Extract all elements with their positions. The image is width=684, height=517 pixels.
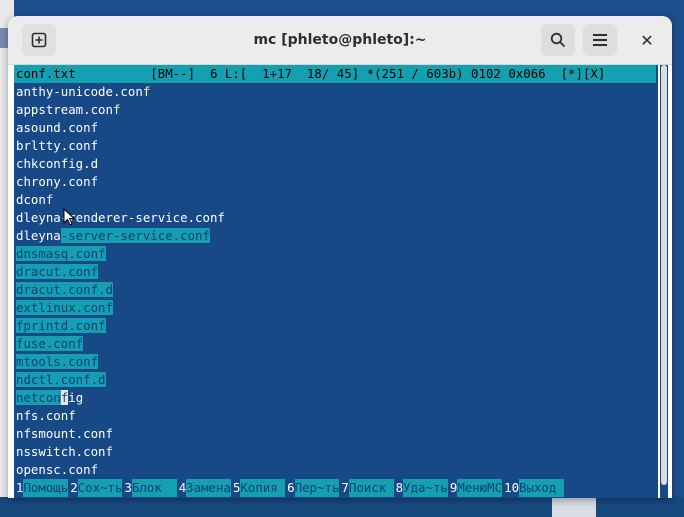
editor-line: anthy-unicode.conf (16, 83, 150, 101)
fkey-number: 2 (68, 479, 78, 497)
fkey-label: Поиск (348, 479, 394, 497)
editor-line: nsswitch.conf (16, 443, 113, 461)
selected-text: -server-service.conf (60, 228, 210, 243)
editor-line: fuse.conf (16, 335, 84, 353)
desktop-background-bottom (0, 497, 684, 517)
editor-line: fprintd.conf (16, 317, 106, 335)
fkey-label: Замена (186, 479, 231, 497)
fkey-number: 4 (176, 479, 187, 497)
hamburger-menu-icon (593, 34, 607, 46)
line-text: dleyna-renderer-service.conf (16, 210, 225, 225)
selected-text: dnsmasq.conf (16, 246, 106, 261)
fkey-label: Пер~ть (294, 479, 340, 497)
editor-line: dracut.conf (16, 263, 99, 281)
editor-line: dracut.conf.d (16, 281, 113, 299)
new-tab-button[interactable] (22, 24, 56, 56)
line-text: chkconfig.d (16, 156, 99, 171)
editor-line: chkconfig.d (16, 155, 98, 173)
editor-line: dnsmasq.conf (16, 245, 106, 263)
editor-line: appstream.conf (16, 101, 120, 119)
search-icon (550, 32, 566, 48)
fkey-number: 7 (339, 479, 349, 497)
fkey-1[interactable]: 1 Помощь (14, 479, 69, 497)
selected-text: fuse.conf (16, 336, 84, 351)
fkey-label: Сох~ть (77, 479, 123, 497)
editor-line: nfsmount.conf (16, 425, 113, 443)
editor-line: ndctl.conf.d (16, 371, 106, 389)
line-text: appstream.conf (16, 102, 121, 117)
editor-line: netconfig (16, 389, 83, 407)
line-text: nfs.conf (16, 408, 76, 423)
line-text: nfsmount.conf (16, 426, 113, 441)
line-text: nsswitch.conf (16, 444, 113, 459)
editor-line: nfs.conf (16, 407, 76, 425)
editor-line: opensc.conf (16, 461, 98, 479)
fkey-2[interactable]: 2 Сох~ть (68, 479, 123, 497)
editor-line: asound.conf (16, 119, 98, 137)
menu-button[interactable] (583, 24, 617, 56)
fkey-number: 9 (447, 479, 458, 497)
fkey-6[interactable]: 6 Пер~ть (285, 479, 340, 497)
scrollbar[interactable] (660, 65, 668, 498)
fkey-9[interactable]: 9 МенюMC (447, 479, 503, 497)
fkey-number: 1 (14, 479, 24, 497)
line-text: chrony.conf (16, 174, 99, 189)
close-button[interactable]: ✕ (630, 24, 664, 56)
line-text: dconf (16, 192, 54, 207)
fkey-label: Копия (240, 479, 286, 497)
fkey-8[interactable]: 8 Уда~ть (393, 479, 448, 497)
fkey-10[interactable]: 10 Выход (502, 479, 564, 497)
selected-text: ndctl.conf.d (16, 372, 106, 387)
editor-line: mtools.conf (16, 353, 99, 371)
fkey-number: 5 (230, 479, 241, 497)
fkey-5[interactable]: 5 Копия (230, 479, 286, 497)
editor-line: brltty.conf (16, 137, 98, 155)
fkey-label: Блок (131, 479, 177, 497)
fkey-label: Помощь (23, 479, 69, 497)
terminal-window: mc [phleto@phleto]:~ ✕ conf.txt [BM--] 6… (8, 16, 672, 498)
fkey-7[interactable]: 7 Поиск (339, 479, 394, 497)
line-text: opensc.conf (16, 462, 99, 477)
editor-line: dconf (16, 191, 53, 209)
line-text: anthy-unicode.conf (16, 84, 151, 99)
fkey-label: Уда~ть (403, 479, 448, 497)
editor-line: dleyna-renderer-service.conf (16, 209, 225, 227)
background-window-edge (552, 497, 596, 517)
fkey-3[interactable]: 3 Блок (122, 479, 177, 497)
line-text: asound.conf (16, 120, 99, 135)
fkey-label: Выход (519, 479, 564, 497)
scrollbar-thumb[interactable] (661, 65, 667, 485)
line-text: dleyna (16, 228, 61, 243)
fkey-4[interactable]: 4 Замена (176, 479, 231, 497)
fkey-number: 6 (285, 479, 295, 497)
selected-text: netcon (16, 390, 61, 405)
editor-line: dleyna-server-service.conf (16, 227, 210, 245)
titlebar: mc [phleto@phleto]:~ ✕ (8, 16, 672, 65)
selected-text: dracut.conf.d (16, 282, 113, 297)
line-text: ig (68, 390, 84, 405)
fkey-number: 10 (502, 479, 520, 497)
editor-line: chrony.conf (16, 173, 98, 191)
mouse-pointer-icon (63, 207, 76, 230)
close-icon: ✕ (640, 30, 654, 50)
selected-text: fprintd.conf (16, 318, 106, 333)
fkey-number: 3 (122, 479, 132, 497)
selected-text: mtools.conf (16, 354, 99, 369)
fkey-number: 8 (393, 479, 404, 497)
editor-line: extlinux.conf (16, 299, 113, 317)
terminal-area[interactable]: conf.txt [BM--] 6 L:[ 1+17 18/ 45] *(251… (14, 65, 668, 498)
fkey-label: МенюMC (457, 479, 503, 497)
line-text: brltty.conf (16, 138, 99, 153)
new-tab-icon (31, 32, 47, 48)
selected-text: extlinux.conf (16, 300, 113, 315)
selected-text: dracut.conf (16, 264, 99, 279)
function-key-bar: 1 Помощь 2 Сох~ть 3 Блок 4 Замена 5 Копия 6 Пер~т… (14, 479, 656, 497)
window-title: mc [phleto@phleto]:~ (253, 32, 427, 48)
search-button[interactable] (541, 24, 575, 56)
editor-status-line: conf.txt [BM--] 6 L:[ 1+17 18/ 45] *(251… (14, 65, 656, 83)
